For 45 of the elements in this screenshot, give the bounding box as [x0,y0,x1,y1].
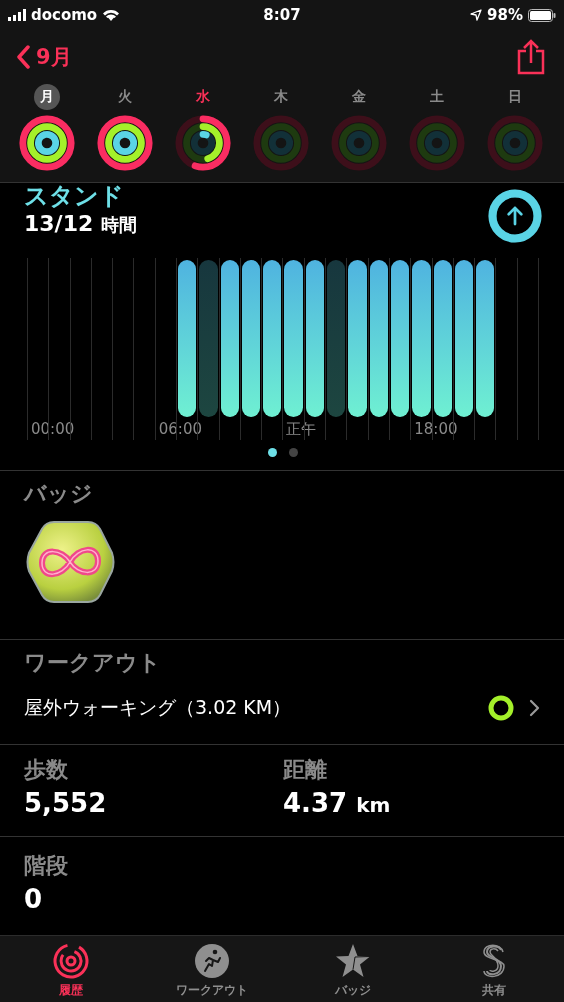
stat-label: 距離 [283,756,328,784]
tab[interactable]: 履歴 [0,936,141,1002]
wifi-icon [102,8,121,22]
day-label[interactable]: 月 [34,84,60,110]
chevron-right-icon[interactable] [528,699,540,717]
activity-rings-icon[interactable] [174,114,232,172]
battery-icon [528,8,556,22]
section-title: ワークアウト [24,649,162,677]
stat-label: 階段 [24,852,69,880]
activity-rings-icon [51,942,90,980]
runner-icon [192,942,231,980]
signal-icon [8,9,26,21]
stand-ring-icon [488,189,542,243]
page-dot[interactable] [289,448,298,457]
section-title: バッジ [24,480,94,508]
clock-time: 8:07 [263,6,301,24]
day-label[interactable]: 木 [268,84,294,110]
unit-label: km [356,793,391,817]
section-title: スタンド [24,183,125,209]
badge-icon[interactable] [24,519,116,605]
day-label[interactable]: 水 [190,84,216,110]
stat-label: 歩数 [24,756,69,784]
stat-value: 0 [24,883,44,916]
stand-hours-value: 13/12 [24,211,94,236]
tab[interactable]: ワークアウト [141,936,282,1002]
activity-rings-icon[interactable] [96,114,154,172]
page-dot[interactable] [268,448,277,457]
day-label[interactable]: 火 [112,84,138,110]
share-icon[interactable] [516,39,546,75]
carrier-name: docomo [31,6,98,24]
back-button[interactable]: 9月 [16,43,72,71]
activity-rings-icon[interactable] [18,114,76,172]
day-label[interactable]: 日 [502,84,528,110]
workout-name[interactable]: 屋外ウォーキング（3.02 KM） [24,695,486,721]
tab[interactable]: バッジ [282,936,423,1002]
day-label[interactable]: 金 [346,84,372,110]
unit-label: 時間 [100,214,137,235]
workout-ring-icon [486,693,516,723]
tab[interactable]: 共有 [423,936,564,1002]
stat-value: 4.37 [283,788,348,818]
battery-percent: 98% [487,6,523,24]
location-arrow-icon [470,9,483,21]
stat-value: 5,552 [24,788,107,818]
chevron-left-icon [16,45,30,69]
day-label[interactable]: 土 [424,84,450,110]
